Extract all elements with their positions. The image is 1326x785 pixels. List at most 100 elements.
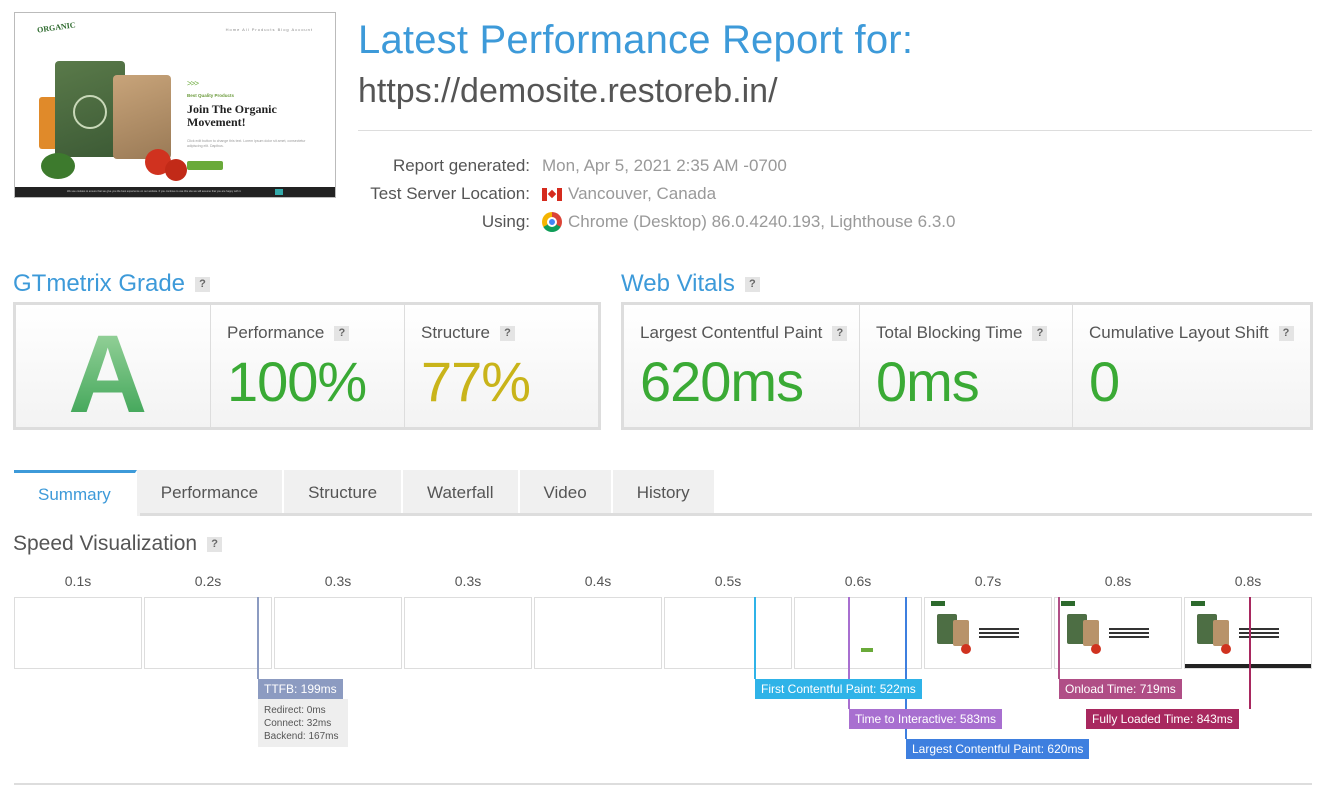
gtmetrix-grade-title: GTmetrix Grade [13,270,186,297]
canada-flag-icon [542,187,562,201]
ttfb-marker[interactable]: TTFB: 199ms [258,679,343,699]
help-icon[interactable]: ? [334,325,350,341]
timeline-tick: 0.6s [844,573,872,589]
header-divider [358,130,1312,131]
performance-cell: Performance? 100% [211,305,405,427]
ttfb-connect: Connect: 32ms [264,718,332,729]
timeline-tick: 0.7s [974,573,1002,589]
thumbnail-body: Click edit button to change this text. L… [187,139,306,148]
ttfb-line [257,597,259,679]
fcp-marker[interactable]: First Contentful Paint: 522ms [755,679,922,699]
timeline-tick: 0.2s [194,573,222,589]
thumbnail-nav: ORGANIC Home All Products Blog Account [15,13,335,41]
cls-cell: Cumulative Layout Shift? 0 [1073,305,1310,427]
meta-key-using: Using: [481,212,530,231]
onload-line [1058,597,1060,679]
grade-letter: A [68,313,148,436]
meta-key-generated: Report generated: [392,156,530,175]
cookie-text: We use cookies to ensure that we give yo… [67,190,242,193]
lcp-cell: Largest Contentful Paint? 620ms [624,305,860,427]
filmstrip-frame[interactable] [14,597,142,669]
chrome-icon [542,212,562,232]
grade-cell: A [16,305,211,436]
filmstrip-frame[interactable] [534,597,662,669]
tab-performance[interactable]: Performance [136,470,285,516]
help-icon[interactable]: ? [195,276,211,292]
web-vitals-title: Web Vitals [621,270,735,297]
tbt-value: 0ms [876,350,980,413]
filmstrip-frame[interactable] [794,597,922,669]
thumbnail-nav-links: Home All Products Blog Account [225,27,313,32]
performance-label: Performance [227,323,325,342]
tomato-image-2 [165,159,187,181]
filmstrip-frame[interactable] [404,597,532,669]
cookie-bar: We use cookies to ensure that we give yo… [15,187,335,197]
meta-value-location: Vancouver, Canada [568,184,717,203]
fully-loaded-line [1249,597,1251,709]
ttfb-breakdown: Redirect: 0ms Connect: 32ms Backend: 167… [258,699,348,747]
report-url: https://demosite.restoreb.in/ [358,72,778,110]
filmstrip-frame[interactable] [664,597,792,669]
filmstrip-frame[interactable] [144,597,272,669]
cls-label: Cumulative Layout Shift [1089,323,1269,342]
report-tabs: Summary Performance Structure Waterfall … [14,470,716,516]
tbt-label: Total Blocking Time [876,323,1023,342]
performance-value: 100% [227,350,367,413]
tti-marker[interactable]: Time to Interactive: 583ms [849,709,1002,729]
chevron-icon: >>> [187,79,199,88]
tab-summary[interactable]: Summary [14,470,137,516]
coffee-bag-image-2 [113,75,171,159]
tabs-divider [140,513,1312,516]
filmstrip-frame[interactable] [924,597,1052,669]
structure-label: Structure [421,323,490,342]
structure-cell: Structure? 77% [405,305,598,427]
basil-image [41,153,75,179]
timeline-tick: 0.5s [714,573,742,589]
report-title: Latest Performance Report for: [358,18,914,62]
filmstrip-frame[interactable] [1054,597,1182,669]
timeline-tick: 0.4s [584,573,612,589]
tab-video[interactable]: Video [519,470,613,516]
web-vitals-panel: Largest Contentful Paint? 620ms Total Bl… [621,302,1313,430]
web-vitals-heading: Web Vitals ? [621,270,760,298]
thumbnail-headline: Join The Organic Movement! [187,102,277,129]
timeline-tick: 0.3s [324,573,352,589]
gtmetrix-grade-heading: GTmetrix Grade ? [13,270,211,298]
help-icon[interactable]: ? [744,276,760,292]
timeline-tick: 0.3s [454,573,482,589]
timeline-tick: 0.1s [64,573,92,589]
speed-viz-heading: Speed Visualization ? [13,532,223,556]
help-icon[interactable]: ? [499,325,515,341]
lcp-label: Largest Contentful Paint [640,323,823,342]
filmstrip-frame[interactable] [274,597,402,669]
fully-loaded-marker[interactable]: Fully Loaded Time: 843ms [1086,709,1239,729]
thumbnail-button [187,161,223,170]
lcp-marker[interactable]: Largest Contentful Paint: 620ms [906,739,1090,759]
tab-waterfall[interactable]: Waterfall [403,470,520,516]
help-icon[interactable]: ? [1278,325,1294,341]
tab-history[interactable]: History [612,470,716,516]
meta-value-generated: Mon, Apr 5, 2021 2:35 AM -0700 [542,156,787,175]
lcp-value: 620ms [640,350,804,413]
onload-marker[interactable]: Onload Time: 719ms [1059,679,1182,699]
tab-structure[interactable]: Structure [284,470,404,516]
speed-viz-title: Speed Visualization [13,532,198,555]
help-icon[interactable]: ? [1032,325,1048,341]
ttfb-backend: Backend: 167ms [264,731,339,742]
timeline-tick: 0.8s [1104,573,1132,589]
meta-key-location: Test Server Location: [370,184,530,203]
cls-value: 0 [1089,350,1120,413]
ttfb-redirect: Redirect: 0ms [264,705,326,716]
help-icon[interactable]: ? [207,536,223,552]
thumbnail-logo: ORGANIC [36,20,77,35]
thumbnail-tagline: Best Quality Products [187,93,235,98]
gtmetrix-grade-panel: A Performance? 100% Structure? 77% [13,302,601,436]
filmstrip-frame[interactable] [1184,597,1312,669]
structure-value: 77% [421,350,531,413]
tbt-cell: Total Blocking Time? 0ms [860,305,1073,427]
meta-value-using: Chrome (Desktop) 86.0.4240.193, Lighthou… [568,212,956,231]
fcp-line [754,597,756,679]
help-icon[interactable]: ? [832,325,848,341]
timeline-tick: 0.8s [1234,573,1262,589]
site-screenshot[interactable]: ORGANIC Home All Products Blog Account >… [14,12,336,198]
